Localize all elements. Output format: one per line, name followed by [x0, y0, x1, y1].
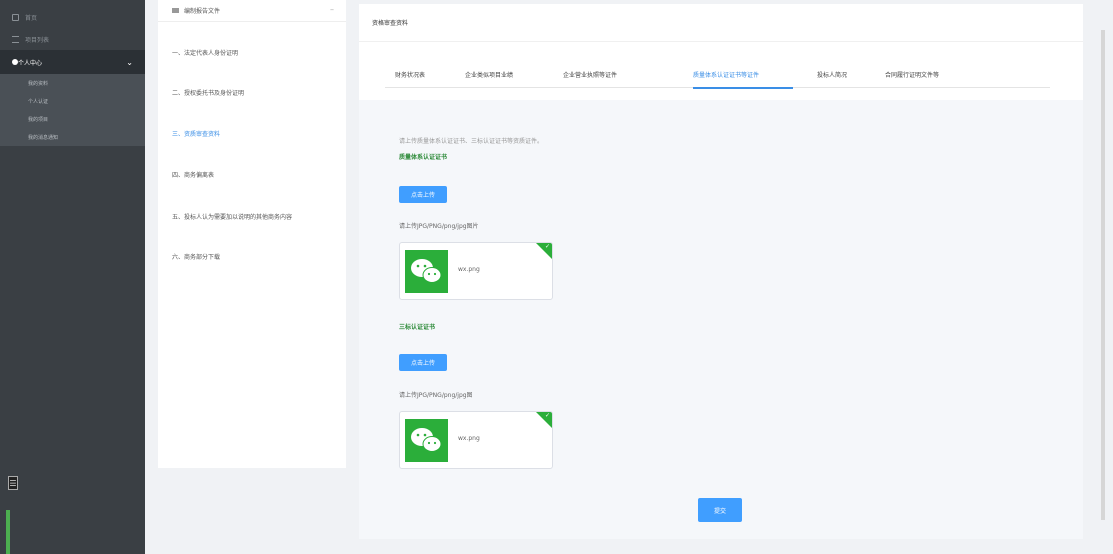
check-icon: ✓: [544, 243, 550, 250]
uploaded-file-card[interactable]: wx.png ✓: [399, 242, 553, 300]
sidebar-item-projects[interactable]: 项目列表: [0, 28, 145, 50]
submit-button[interactable]: 提交: [698, 498, 742, 522]
menu-toggle-icon[interactable]: ☰: [8, 476, 18, 490]
main-panel: 资格审查资料 财务状况表 企业类似项目业绩 企业营业执照等证件 质量体系认证证书…: [359, 4, 1083, 539]
sidebar-subitem-messages[interactable]: 我的消息通知: [0, 128, 145, 146]
upload-note: 请上传JPG/PNG/png/jpg图片: [399, 223, 479, 230]
sidebar-subitem-profile[interactable]: 我的资料: [0, 74, 145, 92]
upload-note: 请上传JPG/PNG/png/jpg图: [399, 392, 473, 399]
page-scrollbar[interactable]: [1101, 30, 1105, 520]
page-title: 资格审查资料: [359, 4, 1083, 42]
home-icon: [12, 13, 19, 21]
sidebar-subitem-my-projects[interactable]: 我的项目: [0, 110, 145, 128]
sidebar-subitem-label: 我的消息通知: [28, 134, 59, 141]
upload-button[interactable]: 点击上传: [399, 354, 447, 371]
check-icon: ✓: [544, 412, 550, 419]
folder-icon: [172, 8, 179, 13]
active-tab-indicator: [693, 87, 793, 89]
sidebar-subitem-label: 个人认证: [28, 98, 49, 105]
sidebar-item-label: 个人中心: [18, 59, 43, 67]
nav-item-qualification[interactable]: 三、资质审查资料: [172, 129, 220, 138]
nav-item-authorization[interactable]: 二、授权委托书及身份证明: [172, 88, 244, 97]
sidebar-submenu: 我的资料 个人认证 我的项目 我的消息通知: [0, 74, 145, 146]
upload-hint: 请上传质量体系认证证书、三标认证证书等资质证件。: [399, 138, 544, 145]
sidebar-item-label: 首页: [25, 14, 38, 22]
list-icon: [12, 35, 19, 43]
wechat-icon: [405, 250, 448, 293]
nav-item-legal-rep[interactable]: 一、法定代表人身份证明: [172, 48, 238, 57]
tab-contract-proof[interactable]: 合同履行证明文件等: [885, 70, 939, 79]
status-indicator: [6, 510, 10, 554]
nav-item-download[interactable]: 六、商务部分下载: [172, 252, 220, 261]
app-sidebar: 首页 项目列表 个人中心 ⌄ 我的资料 个人认证 我的项目 我的消息通知 ☰: [0, 0, 145, 554]
collapse-icon[interactable]: –: [330, 5, 334, 14]
sidebar-subitem-label: 我的资料: [28, 80, 49, 87]
tab-quality-cert[interactable]: 质量体系认证证书等证件: [693, 70, 759, 79]
chevron-down-icon: ⌄: [126, 58, 133, 67]
section-title-quality: 质量体系认证证书: [399, 154, 448, 161]
file-name: wx.png: [458, 435, 480, 442]
wechat-icon: [405, 419, 448, 462]
tab-bidder-profile[interactable]: 投标人简况: [817, 70, 847, 79]
file-name: wx.png: [458, 266, 480, 273]
section-title-triple-cert: 三标认证证书: [399, 324, 436, 331]
document-nav-header[interactable]: 编制报告文件 –: [158, 0, 346, 22]
sidebar-item-personal-center[interactable]: 个人中心 ⌄: [0, 50, 145, 74]
document-nav-title: 编制报告文件: [184, 8, 221, 15]
tab-content: 请上传质量体系认证证书、三标认证证书等资质证件。 质量体系认证证书 点击上传 请…: [359, 100, 1083, 539]
tab-similar-projects[interactable]: 企业类似项目业绩: [465, 70, 513, 79]
tab-financial[interactable]: 财务状况表: [395, 70, 425, 79]
sidebar-item-label: 项目列表: [25, 36, 50, 44]
document-nav: 编制报告文件 – 一、法定代表人身份证明 二、授权委托书及身份证明 三、资质审查…: [158, 0, 346, 468]
upload-button[interactable]: 点击上传: [399, 186, 447, 203]
uploaded-file-card[interactable]: wx.png ✓: [399, 411, 553, 469]
sidebar-subitem-label: 我的项目: [28, 116, 49, 123]
tab-business-license[interactable]: 企业营业执照等证件: [563, 70, 617, 79]
tab-bar: 财务状况表 企业类似项目业绩 企业营业执照等证件 质量体系认证证书等证件 投标人…: [385, 60, 1050, 89]
nav-item-deviation[interactable]: 四、商务偏离表: [172, 170, 214, 179]
nav-item-other-content[interactable]: 五、投标人认为需要加以说明的其他商务内容: [172, 212, 292, 221]
sidebar-item-home[interactable]: 首页: [0, 6, 145, 28]
sidebar-subitem-certification[interactable]: 个人认证: [0, 92, 145, 110]
